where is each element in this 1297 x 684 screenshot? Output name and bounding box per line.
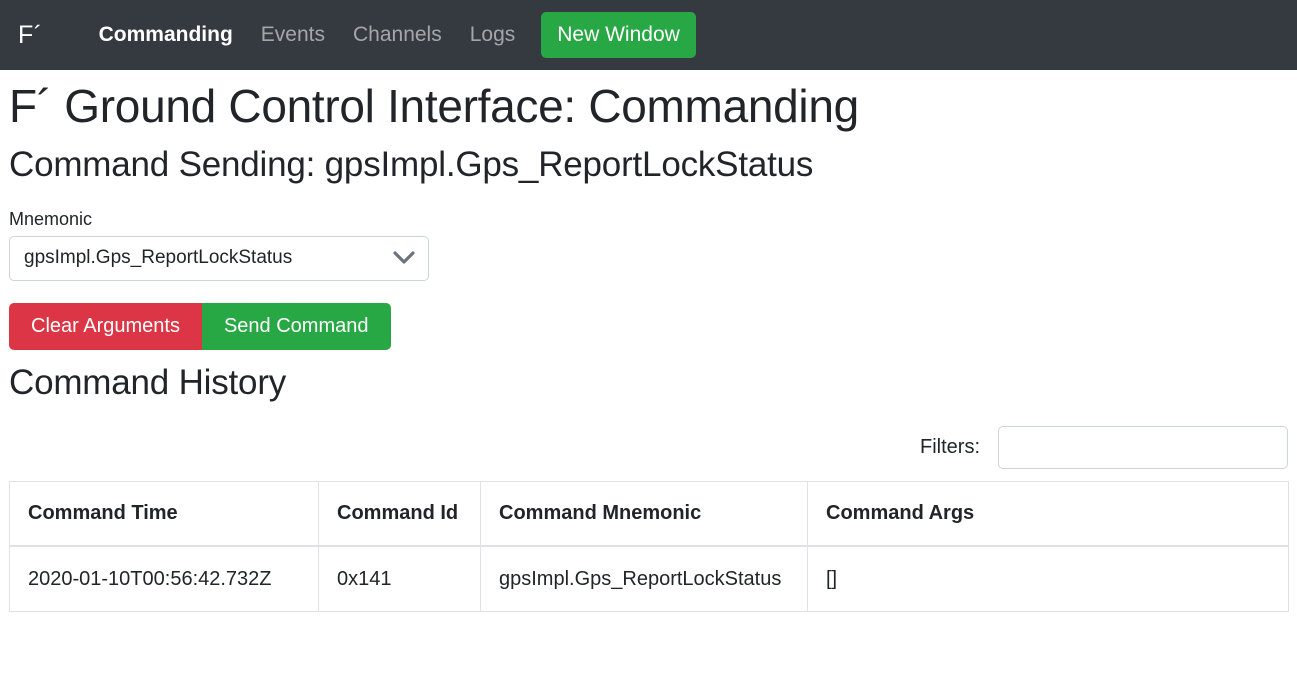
cell-command-args: []	[807, 545, 1289, 612]
command-actions: Clear Arguments Send Command	[9, 302, 1288, 350]
column-header-command-id[interactable]: Command Id	[318, 480, 481, 548]
mnemonic-select[interactable]: gpsImpl.Gps_ReportLockStatus	[9, 235, 429, 281]
new-window-button[interactable]: New Window	[541, 12, 696, 58]
brand-logo[interactable]: F´	[18, 21, 43, 50]
mnemonic-label: Mnemonic	[9, 208, 93, 229]
column-header-command-time[interactable]: Command Time	[9, 480, 319, 548]
top-navbar: F´ Commanding Events Channels Logs New W…	[0, 0, 1297, 70]
table-body: 2020-01-10T00:56:42.732Z 0x141 gpsImpl.G…	[9, 545, 1289, 612]
table-header-row: Command Time Command Id Command Mnemonic…	[9, 480, 1289, 548]
cell-command-id: 0x141	[318, 545, 481, 612]
nav-link-commanding[interactable]: Commanding	[85, 15, 247, 55]
command-history-table: Command Time Command Id Command Mnemonic…	[9, 480, 1289, 612]
filters-label: Filters:	[920, 435, 980, 458]
filters-input[interactable]	[998, 425, 1288, 469]
cell-command-time: 2020-01-10T00:56:42.732Z	[9, 545, 319, 612]
filter-bar: Filters:	[9, 425, 1288, 469]
table-head: Command Time Command Id Command Mnemonic…	[9, 480, 1289, 548]
table-row: 2020-01-10T00:56:42.732Z 0x141 gpsImpl.G…	[9, 545, 1289, 612]
mnemonic-select-wrapper: gpsImpl.Gps_ReportLockStatus	[9, 235, 429, 281]
page-title: F´ Ground Control Interface: Commanding	[9, 80, 859, 132]
cell-command-mnemonic: gpsImpl.Gps_ReportLockStatus	[480, 545, 808, 612]
nav-link-logs[interactable]: Logs	[456, 15, 530, 55]
page-content: F´ Ground Control Interface: Commanding …	[0, 78, 1297, 612]
command-sending-subtitle: Command Sending: gpsImpl.Gps_ReportLockS…	[9, 145, 814, 185]
column-header-command-mnemonic[interactable]: Command Mnemonic	[480, 480, 808, 548]
column-header-command-args[interactable]: Command Args	[807, 480, 1289, 548]
clear-arguments-button[interactable]: Clear Arguments	[9, 302, 202, 350]
nav-links: Commanding Events Channels Logs New Wind…	[85, 12, 696, 58]
nav-link-events[interactable]: Events	[247, 15, 339, 55]
send-command-button[interactable]: Send Command	[201, 302, 391, 350]
command-history-title: Command History	[9, 362, 287, 402]
nav-link-channels[interactable]: Channels	[339, 15, 456, 55]
